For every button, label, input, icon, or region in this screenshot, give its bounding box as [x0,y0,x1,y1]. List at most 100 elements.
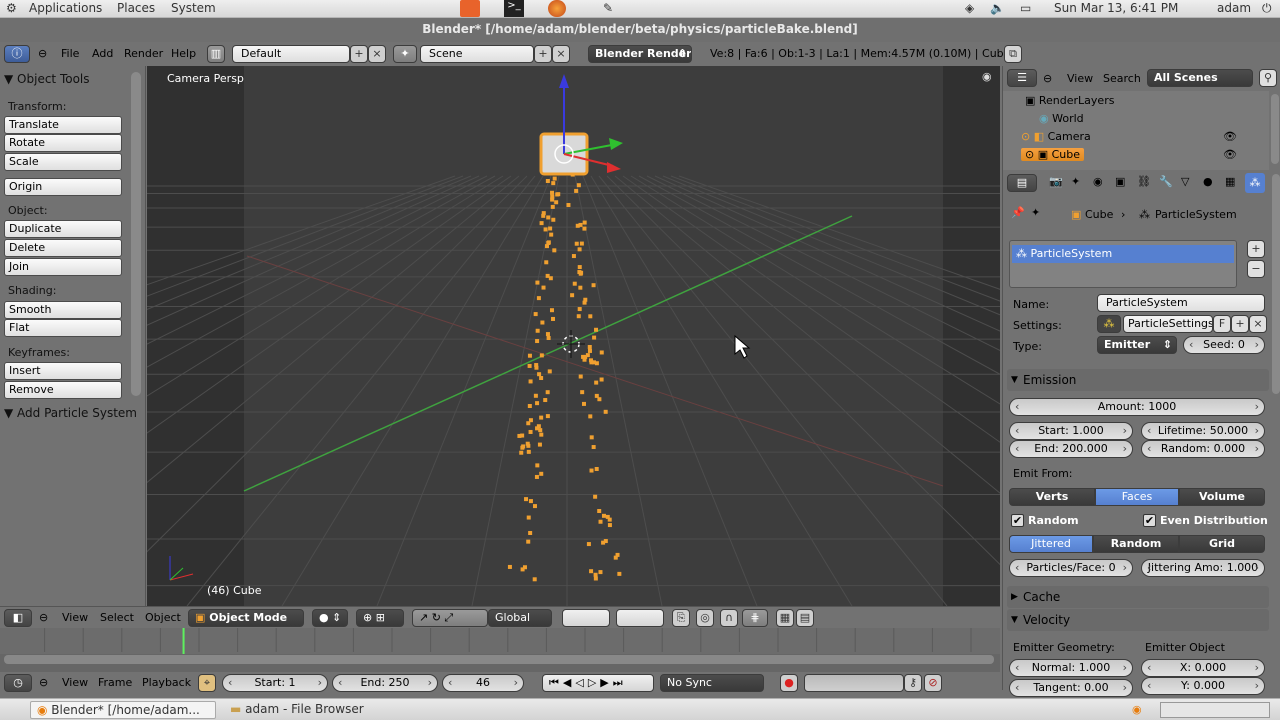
material-tab-icon[interactable]: ● [1203,175,1213,188]
settings-field[interactable]: ParticleSettings [1123,315,1213,333]
pivot-select[interactable]: ⊕ ⊞ [356,609,404,627]
random-checkbox[interactable]: ✔ [1011,514,1024,527]
workspace-switcher[interactable] [1160,702,1270,718]
end-frame-field[interactable]: End: 250 [332,674,438,692]
editor-type-icon[interactable]: ◧ [4,609,32,627]
display-mode-select[interactable]: All Scenes [1147,69,1253,87]
gizmo-y-arrow-icon[interactable] [609,138,623,150]
gnome-foot-icon[interactable]: ⚙ [6,1,17,15]
emission-start-field[interactable]: Start: 1.000 [1009,422,1133,440]
outliner-search-menu[interactable]: Search [1103,72,1141,85]
taskbar-item-blender[interactable]: ◉ Blender* [/home/adam... [30,701,216,719]
menu-view[interactable]: View [62,676,88,689]
particle-system-list[interactable]: ⁂ ParticleSystem [1009,240,1237,288]
jittering-amount-field[interactable]: Jittering Amo: 1.000 [1141,559,1265,577]
object-velocity-y-field[interactable]: Y: 0.000 [1141,677,1265,695]
menu-object[interactable]: Object [145,611,181,624]
layout-close-icon[interactable]: × [368,45,386,63]
add-particle-system-header[interactable]: ▼ Add Particle System [4,406,137,420]
clock[interactable]: Sun Mar 13, 6:41 PM [1054,1,1178,15]
orientation-select[interactable]: Global [488,609,552,627]
opengl-render-icon[interactable]: ▤ [796,609,814,627]
dist-random-button[interactable]: Random [1093,535,1179,553]
gizmo-z-arrow-icon[interactable] [559,74,569,88]
maximize-icon[interactable]: ⧉ [1004,45,1022,63]
layout-icon[interactable]: ▥ [207,45,225,63]
outliner-item-camera[interactable]: ⊙ ◧ Camera [1021,130,1091,143]
proportional-edit-icon[interactable]: ◎ [696,609,714,627]
editor-type-icon[interactable]: ⓘ [4,45,30,63]
keying-set-field[interactable] [804,674,904,692]
power-icon[interactable]: ⏻ [1262,1,1272,16]
layers-row-2[interactable] [616,609,664,627]
3d-viewport[interactable]: Camera Persp (46) Cube ◉ [147,66,1000,606]
editor-type-icon[interactable]: ▤ [1007,174,1037,192]
normal-velocity-field[interactable]: Normal: 1.000 [1009,659,1133,677]
keying-set-icon[interactable]: ⚷ [904,674,922,692]
object-velocity-x-field[interactable]: X: 0.000 [1141,659,1265,677]
menu-playback[interactable]: Playback [142,676,191,689]
applications-menu[interactable]: Applications [29,1,102,15]
record-icon[interactable]: ● [780,674,798,692]
seed-field[interactable]: Seed: 0 [1183,336,1265,354]
particles-per-face-field[interactable]: Particles/Face: 0 [1009,559,1133,577]
visibility-eye-icon[interactable]: 👁 [1223,148,1237,161]
emission-panel-header[interactable]: Emission [1007,369,1269,391]
scale-button[interactable]: Scale [4,153,122,171]
rotate-button[interactable]: Rotate [4,134,122,152]
outliner-item-cube[interactable]: ⊙ ▣ Cube [1021,148,1085,161]
lifetime-field[interactable]: Lifetime: 50.000 [1141,422,1265,440]
outliner-item-world[interactable]: ◉ World [1039,112,1084,125]
menu-frame[interactable]: Frame [98,676,132,689]
particle-system-list-item[interactable]: ⁂ ParticleSystem [1012,245,1234,263]
scene-tab-icon[interactable]: ✦ [1071,175,1080,188]
menu-add[interactable]: Add [92,47,113,60]
emission-end-field[interactable]: End: 200.000 [1009,440,1133,458]
constraints-tab-icon[interactable]: ⛓ [1137,175,1151,188]
mode-select[interactable]: ▣ Object Mode [188,609,304,627]
shading-select[interactable]: ● ⇕ [312,609,348,627]
layout-add-icon[interactable]: + [350,45,368,63]
search-icon[interactable]: ⚲ [1259,69,1277,87]
system-menu[interactable]: System [171,1,216,15]
flat-button[interactable]: Flat [4,319,122,337]
insert-keyframe-button[interactable]: Insert [4,362,122,380]
editor-type-icon[interactable]: ☰ [1007,69,1037,87]
preview-range-icon[interactable]: ⌖ [198,674,216,692]
tangent-velocity-field[interactable]: Tangent: 0.00 [1009,679,1133,697]
particles-tab-icon[interactable]: ⁂ [1245,173,1265,193]
outliner-item-renderlayers[interactable]: ▣ RenderLayers [1025,94,1114,107]
object-tools-header[interactable]: ▼ Object Tools [4,72,90,86]
dist-jittered-button[interactable]: Jittered [1009,535,1093,553]
snap-element-icon[interactable]: ⋕ [742,609,768,627]
settings-unlink-icon[interactable]: × [1249,315,1267,333]
emit-verts-button[interactable]: Verts [1009,488,1095,506]
editor-type-icon[interactable]: ◷ [4,674,32,692]
battery-icon[interactable]: ▭ [1020,1,1031,15]
terminal-icon[interactable]: >_ [504,0,524,17]
settings-add-icon[interactable]: + [1231,315,1249,333]
scene-icon[interactable]: ✦ [393,45,417,63]
menu-help[interactable]: Help [171,47,196,60]
delete-button[interactable]: Delete [4,239,122,257]
scene-add-icon[interactable]: + [534,45,552,63]
velocity-panel-header[interactable]: Velocity [1007,609,1269,631]
remove-keyframe-button[interactable]: Remove [4,381,122,399]
add-slot-icon[interactable]: + [1247,240,1265,258]
render-engine-select[interactable]: Blender Render ⇕ [588,45,692,63]
lock-layers-icon[interactable]: ⎘ [672,609,690,627]
settings-browse-icon[interactable]: ⁂ [1097,315,1121,333]
layers-row-1[interactable] [562,609,610,627]
type-select[interactable]: Emitter ⇕ [1097,336,1177,354]
workspace-icon[interactable]: ◉ [1132,703,1142,716]
menu-view[interactable]: View [62,611,88,624]
translate-button[interactable]: Translate [4,116,122,134]
dist-grid-button[interactable]: Grid [1179,535,1265,553]
modifiers-tab-icon[interactable]: 🔧 [1159,175,1173,188]
menu-file[interactable]: File [61,47,79,60]
properties-scrollbar[interactable] [1272,174,1280,394]
even-distribution-checkbox[interactable]: ✔ [1143,514,1156,527]
current-frame-field[interactable]: 46 [442,674,524,692]
delete-keyframe-icon[interactable]: ⊘ [924,674,942,692]
name-field[interactable]: ParticleSystem [1097,294,1265,312]
